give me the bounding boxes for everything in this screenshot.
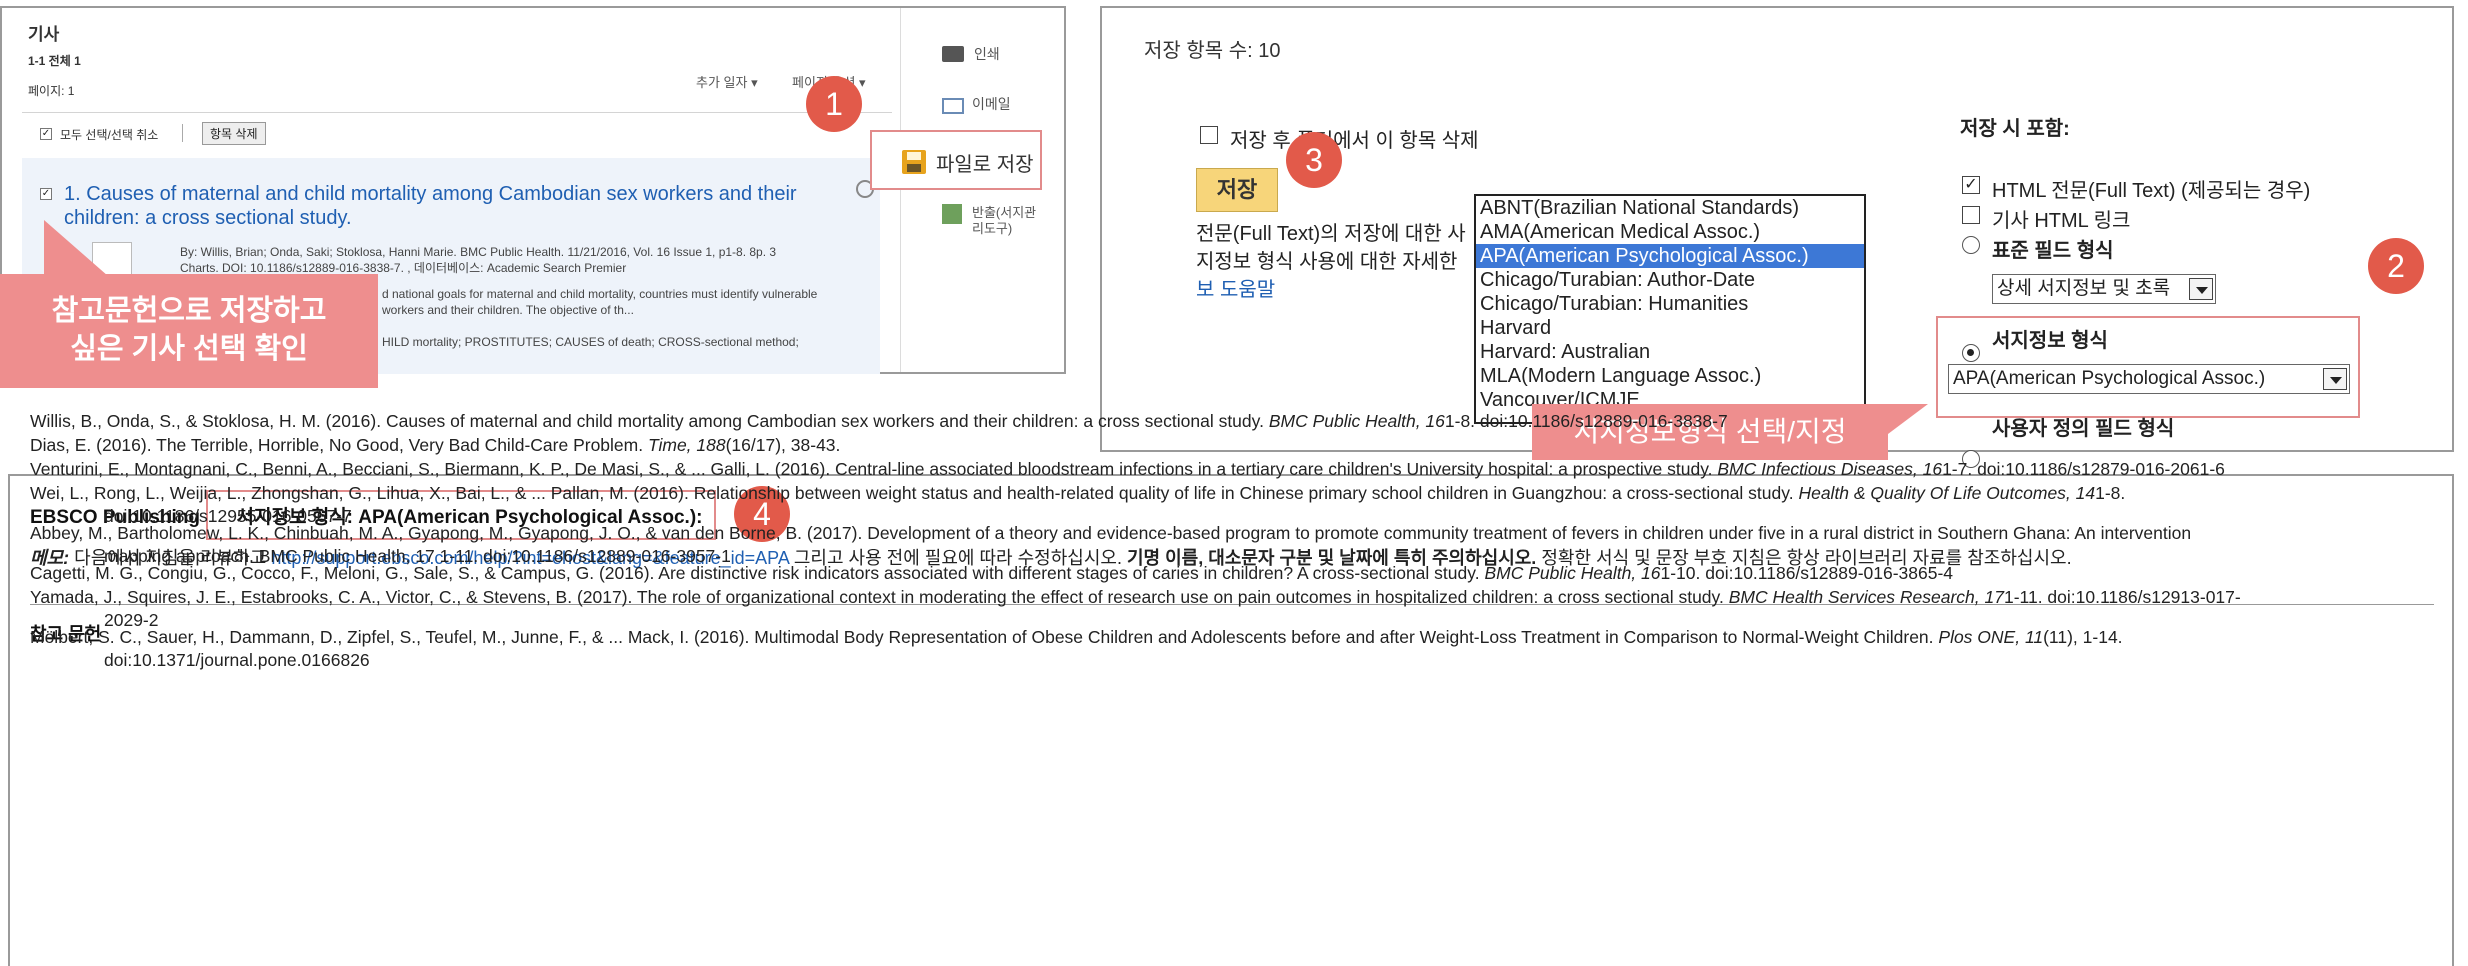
format-option[interactable]: Chicago/Turabian: Humanities	[1476, 292, 1864, 316]
divider	[182, 124, 183, 142]
bib-format-label: 서지정보 형식	[1992, 330, 2108, 352]
article-meta: By: Willis, Brian; Onda, Saki; Stoklosa,…	[180, 245, 777, 259]
reference-entry: Dias, E. (2016). The Terrible, Horrible,…	[30, 434, 2440, 457]
reference-text: Abbey, M., Bartholomew, L. K., Chinbuah,…	[30, 523, 2192, 543]
save-to-file-button[interactable]: 파일로 저장	[870, 130, 1042, 190]
article-abstract: d national goals for maternal and child …	[382, 287, 818, 301]
email-link[interactable]: 이메일	[972, 94, 1011, 114]
bib-format-radio[interactable]	[1962, 344, 1980, 362]
export-icon[interactable]	[942, 204, 962, 224]
reference-detail: (11), 1-14.	[2043, 627, 2123, 647]
reference-journal: BMC Infectious Diseases, 16	[1717, 459, 1943, 479]
html-link-label: 기사 HTML 링크	[1992, 210, 2131, 232]
format-option[interactable]: MLA(Modern Language Assoc.)	[1476, 364, 1864, 388]
standard-fields-radio[interactable]	[1962, 236, 1980, 254]
sidebar-divider	[900, 8, 901, 372]
article-subjects: HILD mortality; PROSTITUTES; CAUSES of d…	[382, 335, 799, 349]
article-checkbox[interactable]: ✓	[40, 188, 52, 200]
reference-detail: 1-10. doi:10.1186/s12889-016-3865-4	[1660, 563, 1954, 583]
reference-journal: Plos ONE, 11	[1938, 627, 2044, 647]
format-option[interactable]: APA(American Psychological Assoc.)	[1476, 244, 1864, 268]
reference-continuation: doi:10.1371/journal.pone.0166826	[104, 650, 370, 670]
step-badge-3: 3	[1286, 132, 1342, 188]
html-fulltext-checkbox[interactable]: ✓	[1962, 176, 1980, 194]
print-link[interactable]: 인쇄	[974, 44, 1000, 64]
reference-detail: 1-8.	[2095, 483, 2126, 503]
bib-format-select[interactable]: APA(American Psychological Assoc.)	[1948, 364, 2350, 394]
article-abstract: workers and their children. The objectiv…	[382, 303, 634, 317]
reference-entry: Cagetti, M. G., Congiu, G., Cocco, F., M…	[30, 562, 2440, 585]
help-link[interactable]: 보 도움말	[1196, 276, 1275, 304]
reference-text: Willis, B., Onda, S., & Stoklosa, H. M. …	[30, 411, 1269, 431]
reference-journal: BMC Health Services Research, 17	[1728, 587, 2004, 607]
bib-format-value: APA(American Psychological Assoc.)	[1953, 368, 2266, 389]
reference-journal: Time, 188	[647, 435, 726, 455]
reference-journal: Health & Quality Of Life Outcomes, 14	[1798, 483, 2096, 503]
html-link-checkbox[interactable]	[1962, 206, 1980, 224]
print-icon[interactable]	[942, 46, 964, 62]
standard-fields-select[interactable]: 상세 서지정보 및 초록	[1992, 274, 2216, 304]
reference-entry: Willis, B., Onda, S., & Stoklosa, H. M. …	[30, 410, 2440, 433]
standard-fields-value: 상세 서지정보 및 초록	[1997, 278, 2171, 299]
format-option[interactable]: Harvard: Australian	[1476, 340, 1864, 364]
callout-select-article: 참고문헌으로 저장하고 싶은 기사 선택 확인	[0, 274, 378, 388]
select-all-label: 모두 선택/선택 취소	[60, 128, 159, 142]
format-option[interactable]: Chicago/Turabian: Author-Date	[1476, 268, 1864, 292]
html-fulltext-label: HTML 전문(Full Text) (제공되는 경우)	[1992, 180, 2311, 202]
standard-fields-label: 표준 필드 형식	[1992, 240, 2114, 262]
delete-items-button[interactable]: 항목 삭제	[202, 122, 266, 145]
citation-panel: EBSCO Publishing 서지정보 형식: APA(American P…	[8, 411, 2454, 966]
reference-detail: 1-8. doi:10.1186/s12889-016-3838-7	[1444, 411, 1728, 431]
reference-detail: 1-7. doi:10.1186/s12879-016-2061-6	[1942, 459, 2225, 479]
format-option[interactable]: Harvard	[1476, 316, 1864, 340]
results-title: 기사	[28, 25, 60, 44]
format-option[interactable]: ABNT(Brazilian National Standards)	[1476, 196, 1864, 220]
include-title: 저장 시 포함:	[1960, 118, 2070, 140]
help-text: 지정보 형식 사용에 대한 자세한	[1196, 251, 1458, 273]
email-icon[interactable]	[942, 98, 964, 114]
delete-after-save-label: 저장 후 폴더에서 이 항목 삭제	[1230, 130, 1479, 152]
reference-text: Wei, L., Rong, L., Weijia, L., Zhongshan…	[30, 483, 1799, 503]
reference-journal: BMC Public Health, 16	[1484, 563, 1661, 583]
help-text: 전문(Full Text)의 저장에 대한 사	[1196, 223, 1466, 245]
reference-entry: Mölbert, S. C., Sauer, H., Dammann, D., …	[30, 626, 2440, 672]
step-badge-1: 1	[806, 76, 862, 132]
reference-text: Venturini, E., Montagnani, C., Benni, A.…	[30, 459, 1718, 479]
sort-dropdown[interactable]: 추가 일자 ▾	[696, 72, 758, 91]
sort-label: 추가 일자	[696, 75, 748, 90]
help-link-text[interactable]: 보 도움말	[1196, 279, 1275, 301]
reference-entry: Venturini, E., Montagnani, C., Benni, A.…	[30, 458, 2440, 481]
select-all-checkbox[interactable]: ✓	[40, 128, 52, 140]
callout-text: 참고문헌으로 저장하고	[51, 295, 327, 327]
format-option[interactable]: AMA(American Medical Assoc.)	[1476, 220, 1864, 244]
save-to-file-label: 파일로 저장	[936, 154, 1034, 176]
reference-detail: 1-11. doi:10.1186/s12913-017-	[2003, 587, 2241, 607]
step-badge-2: 2	[2368, 238, 2424, 294]
reference-journal: BMC Public Health, 16	[1268, 411, 1445, 431]
article-title-link[interactable]: 1. Causes of maternal and child mortalit…	[64, 182, 797, 206]
page-count: 페이지: 1	[28, 84, 75, 98]
divider	[22, 112, 892, 113]
callout-pointer	[44, 220, 108, 276]
chevron-down-icon	[2189, 278, 2213, 300]
reference-detail: (16/17), 38-43.	[725, 435, 841, 455]
save-count: 저장 항목 수: 10	[1144, 40, 1281, 62]
reference-text: Yamada, J., Squires, J. E., Estabrooks, …	[30, 587, 1729, 607]
delete-after-save-checkbox[interactable]	[1200, 126, 1218, 144]
chevron-down-icon	[2323, 368, 2347, 390]
callout-text: 싶은 기사 선택 확인	[70, 333, 308, 365]
reference-text: Dias, E. (2016). The Terrible, Horrible,…	[30, 435, 648, 455]
export-link-cont[interactable]: 리도구)	[972, 218, 1012, 237]
reference-text: Cagetti, M. G., Congiu, G., Cocco, F., M…	[30, 563, 1485, 583]
reference-text: Mölbert, S. C., Sauer, H., Dammann, D., …	[30, 627, 1939, 647]
format-listbox[interactable]: ABNT(Brazilian National Standards) AMA(Am…	[1474, 194, 1866, 424]
save-button[interactable]: 저장	[1196, 168, 1278, 212]
floppy-disk-icon	[902, 150, 926, 174]
save-options-panel: 저장 항목 수: 10 저장 후 폴더에서 이 항목 삭제 저장 전문(Full…	[1100, 6, 2454, 468]
result-range: 1-1 전체 1	[28, 54, 81, 68]
